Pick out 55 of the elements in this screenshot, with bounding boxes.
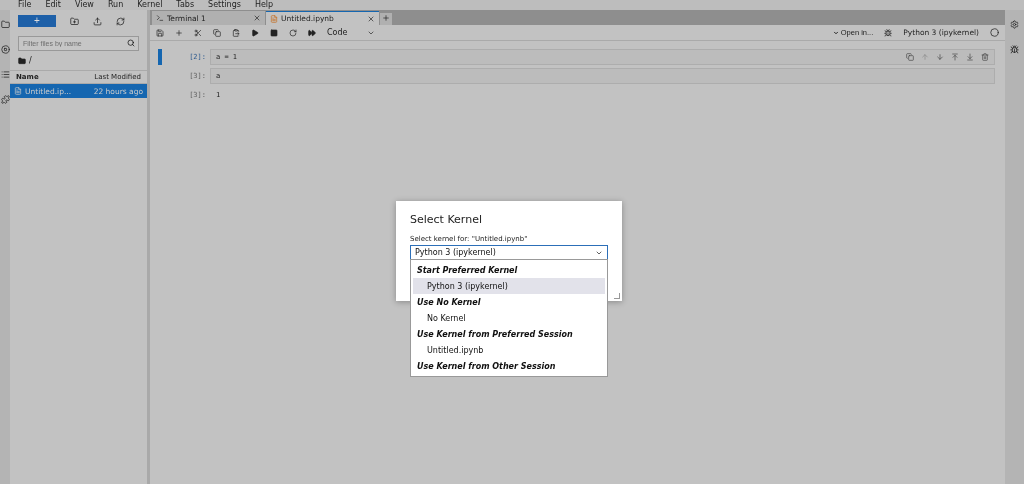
menu-item[interactable]: Edit — [45, 0, 61, 10]
option-group-header: Use No Kernel — [416, 296, 482, 309]
kernel-option[interactable]: Untitled.ipynb — [413, 342, 605, 358]
stop-circle-icon[interactable] — [0, 45, 10, 54]
cut-icon[interactable] — [194, 28, 202, 37]
kernel-status-icon — [990, 28, 999, 37]
insert-below-icon[interactable] — [966, 53, 974, 61]
folder-icon — [18, 56, 26, 65]
search-icon — [127, 39, 135, 47]
delete-icon[interactable] — [981, 53, 989, 61]
kernel-option[interactable]: Python 3 (ipykernel) — [413, 278, 605, 294]
resize-grip-icon[interactable] — [614, 293, 620, 299]
menu-item[interactable]: Kernel — [137, 0, 163, 10]
copy-icon[interactable] — [213, 28, 221, 37]
menu-item[interactable]: Run — [107, 0, 124, 10]
cell-type-dropdown[interactable]: Code — [327, 28, 376, 37]
terminal-icon — [156, 14, 164, 22]
notebook-icon — [270, 14, 278, 23]
insert-cell-icon[interactable] — [175, 28, 183, 37]
paste-icon[interactable] — [232, 28, 240, 37]
option-group-header: Use Kernel from Preferred Session — [416, 328, 574, 341]
menu-item[interactable]: Settings — [208, 0, 241, 10]
new-folder-icon[interactable] — [70, 16, 79, 26]
bug-icon[interactable] — [1010, 45, 1019, 54]
new-launcher-button[interactable]: + — [18, 15, 56, 27]
option-group-header: Use Kernel from Other Session — [416, 360, 557, 373]
fast-forward-icon[interactable] — [308, 28, 316, 37]
kernel-option[interactable]: No Kernel — [413, 310, 605, 326]
breadcrumb-path[interactable]: / — [29, 56, 32, 65]
puzzle-icon[interactable] — [0, 95, 10, 104]
settings-icon[interactable] — [1010, 20, 1019, 29]
duplicate-icon[interactable] — [906, 53, 914, 61]
folder-icon[interactable] — [0, 20, 10, 29]
close-icon[interactable] — [367, 14, 375, 23]
bug-icon[interactable] — [884, 28, 893, 37]
stop-icon[interactable] — [270, 28, 278, 37]
upload-icon[interactable] — [93, 16, 102, 26]
option-group-header: Start Preferred Kernel — [416, 264, 519, 277]
dialog-title: Select Kernel — [410, 213, 483, 226]
menu-item[interactable]: Help — [254, 0, 274, 10]
arrow-down-icon[interactable] — [936, 53, 944, 61]
close-icon[interactable] — [253, 14, 261, 22]
save-icon[interactable] — [156, 28, 164, 37]
menu-item[interactable]: File — [18, 0, 32, 10]
plus-icon — [382, 14, 390, 22]
menu-item[interactable]: Tabs — [176, 0, 195, 10]
refresh-icon[interactable] — [116, 16, 125, 26]
restart-icon[interactable] — [289, 28, 297, 37]
add-tab-button[interactable] — [380, 13, 392, 25]
run-icon[interactable] — [251, 28, 259, 37]
caret-icon — [832, 29, 839, 36]
list-icon[interactable] — [0, 70, 10, 79]
insert-above-icon[interactable] — [951, 53, 959, 61]
menu-item[interactable]: View — [74, 0, 94, 10]
notebook-file-icon — [14, 87, 22, 95]
